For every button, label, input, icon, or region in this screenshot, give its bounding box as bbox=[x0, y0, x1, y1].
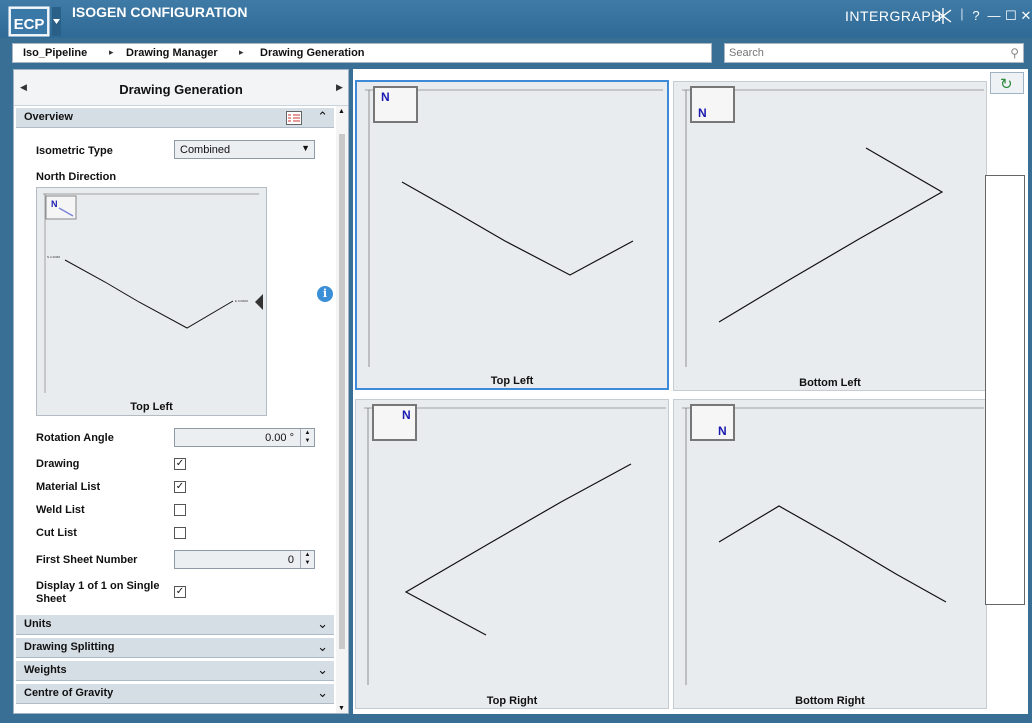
chevron-up-icon[interactable]: ⌃ bbox=[317, 109, 328, 125]
background-drawing-sheet bbox=[985, 175, 1025, 605]
chevron-down-icon[interactable]: ⌄ bbox=[317, 685, 328, 701]
search-box[interactable]: ⚲ bbox=[724, 43, 1024, 63]
preview-caption: Bottom Left bbox=[799, 377, 861, 389]
panel-header: ◀ Drawing Generation ▶ bbox=[14, 70, 348, 106]
scroll-down-icon[interactable]: ▼ bbox=[338, 705, 345, 712]
isometric-type-select[interactable]: Combined ▼ bbox=[174, 140, 315, 159]
preview-caption: Top Left bbox=[490, 375, 534, 387]
refresh-icon[interactable]: ↻ bbox=[1000, 75, 1013, 93]
display-1of1-label-line1: Display 1 of 1 on Single bbox=[36, 580, 160, 592]
rotation-angle-stepper[interactable]: 0.00 ° ▲ ▼ bbox=[174, 428, 315, 447]
preview-bottom-left[interactable]: N Bottom Left bbox=[673, 81, 987, 391]
preview-drawing bbox=[682, 407, 984, 685]
refresh-button[interactable]: ↻ bbox=[990, 72, 1024, 94]
breadcrumb-item-drawing-generation[interactable]: Drawing Generation bbox=[260, 47, 365, 59]
panel-expand-right-icon[interactable]: ▶ bbox=[336, 82, 343, 93]
drawing-label: Drawing bbox=[36, 458, 80, 470]
cut-list-checkbox[interactable] bbox=[174, 527, 186, 539]
first-sheet-number-value: 0 bbox=[287, 554, 294, 566]
section-drawing-splitting-label: Drawing Splitting bbox=[24, 641, 115, 653]
rotation-angle-label: Rotation Angle bbox=[36, 432, 114, 444]
breadcrumb-separator-icon: ▸ bbox=[109, 47, 114, 57]
display-1of1-label-line2: Sheet bbox=[36, 593, 66, 605]
weld-list-label: Weld List bbox=[36, 504, 85, 516]
material-list-label: Material List bbox=[36, 481, 101, 493]
breadcrumb-item-drawing-manager[interactable]: Drawing Manager bbox=[126, 47, 218, 59]
search-icon[interactable]: ⚲ bbox=[1010, 46, 1019, 60]
title-bar: ECP ISOGEN CONFIGURATION INTERGRAPH | ? … bbox=[0, 0, 1032, 38]
stepper-arrows-icon[interactable]: ▲ ▼ bbox=[300, 429, 314, 446]
panel-scrollbar[interactable]: ▲ ▼ bbox=[336, 106, 348, 713]
scrollbar-thumb[interactable] bbox=[339, 134, 345, 649]
preview-caption: Top Right bbox=[486, 695, 538, 707]
section-weights-label: Weights bbox=[24, 664, 67, 676]
north-label: N bbox=[402, 408, 411, 422]
panel-title: Drawing Generation bbox=[119, 82, 243, 97]
north-label: N bbox=[698, 106, 707, 120]
north-arrow-box: N bbox=[690, 404, 735, 441]
isometric-type-label: Isometric Type bbox=[36, 145, 113, 157]
north-label: N bbox=[718, 424, 727, 438]
ecp-badge-text: ECP bbox=[14, 16, 45, 33]
rotation-angle-value: 0.00 ° bbox=[265, 432, 294, 444]
minimize-icon[interactable]: — bbox=[986, 8, 1002, 23]
section-weights[interactable]: Weights ⌄ bbox=[16, 661, 334, 681]
drawing-checkbox[interactable]: ✓ bbox=[174, 458, 186, 470]
svg-text:N 2.200M: N 2.200M bbox=[47, 255, 61, 259]
breadcrumb-item-iso-pipeline[interactable]: Iso_Pipeline bbox=[23, 47, 87, 59]
search-input[interactable] bbox=[729, 47, 999, 59]
help-button[interactable]: ? bbox=[968, 8, 984, 23]
north-direction-preview[interactable]: N N 2.200M E 0.000M Top Left bbox=[36, 187, 267, 416]
preview-area: N Top Left N Bottom Left N Top Right N B bbox=[353, 69, 1028, 714]
selection-arrow-icon bbox=[255, 294, 263, 310]
stepper-arrows-icon[interactable]: ▲ ▼ bbox=[300, 551, 314, 568]
north-preview-drawing: N N 2.200M E 0.000M bbox=[43, 193, 259, 393]
preview-caption: Bottom Right bbox=[795, 695, 865, 707]
chevron-down-icon[interactable]: ⌄ bbox=[317, 639, 328, 655]
section-units-label: Units bbox=[24, 618, 52, 630]
brand-logo: INTERGRAPH bbox=[845, 8, 942, 24]
chevron-down-icon[interactable]: ⌄ bbox=[317, 662, 328, 678]
first-sheet-number-label: First Sheet Number bbox=[36, 554, 138, 566]
preview-drawing bbox=[365, 89, 663, 367]
material-list-checkbox[interactable]: ✓ bbox=[174, 481, 186, 493]
checklist-icon[interactable] bbox=[286, 111, 302, 125]
north-direction-label: North Direction bbox=[36, 171, 117, 183]
chevron-down-icon[interactable]: ⌄ bbox=[317, 616, 328, 632]
scroll-up-icon[interactable]: ▲ bbox=[338, 108, 345, 115]
section-drawing-splitting[interactable]: Drawing Splitting ⌄ bbox=[16, 638, 334, 658]
maximize-icon[interactable]: ☐ bbox=[1003, 8, 1019, 24]
info-icon[interactable]: i bbox=[317, 286, 333, 302]
section-overview[interactable]: Overview ⌃ bbox=[16, 108, 334, 128]
settings-panel: ◀ Drawing Generation ▶ Overview ⌃ Isomet… bbox=[13, 69, 349, 714]
display-1of1-checkbox[interactable]: ✓ bbox=[174, 586, 186, 598]
preview-top-right[interactable]: N Top Right bbox=[355, 399, 669, 709]
north-arrow-box: N bbox=[373, 86, 418, 123]
intergraph-symbol-icon bbox=[934, 8, 952, 24]
section-overview-label: Overview bbox=[24, 111, 73, 123]
first-sheet-number-stepper[interactable]: 0 ▲ ▼ bbox=[174, 550, 315, 569]
north-arrow-box: N bbox=[690, 86, 735, 123]
north-preview-caption: Top Left bbox=[130, 401, 173, 413]
cut-list-label: Cut List bbox=[36, 527, 77, 539]
section-units[interactable]: Units ⌄ bbox=[16, 615, 334, 635]
weld-list-checkbox[interactable] bbox=[174, 504, 186, 516]
svg-text:E 0.000M: E 0.000M bbox=[235, 299, 248, 303]
north-label: N bbox=[381, 90, 390, 104]
breadcrumb-separator-icon: ▸ bbox=[239, 47, 244, 57]
preview-bottom-right[interactable]: N Bottom Right bbox=[673, 399, 987, 709]
app-title: ISOGEN CONFIGURATION bbox=[72, 4, 248, 20]
section-centre-of-gravity[interactable]: Centre of Gravity ⌄ bbox=[16, 684, 334, 704]
preview-top-left[interactable]: N Top Left bbox=[355, 80, 669, 390]
north-arrow-box: N bbox=[372, 404, 417, 441]
breadcrumb: Iso_Pipeline ▸ Drawing Manager ▸ Drawing… bbox=[12, 43, 712, 63]
section-centre-of-gravity-label: Centre of Gravity bbox=[24, 687, 114, 699]
isometric-type-value: Combined bbox=[180, 144, 231, 156]
svg-text:N: N bbox=[51, 199, 58, 209]
preview-drawing bbox=[682, 89, 984, 367]
ecp-logo[interactable]: ECP bbox=[8, 5, 62, 37]
preview-drawing bbox=[364, 407, 666, 685]
close-icon[interactable]: ✕ bbox=[1018, 8, 1032, 24]
dropdown-arrow-icon[interactable]: ▼ bbox=[301, 143, 310, 153]
